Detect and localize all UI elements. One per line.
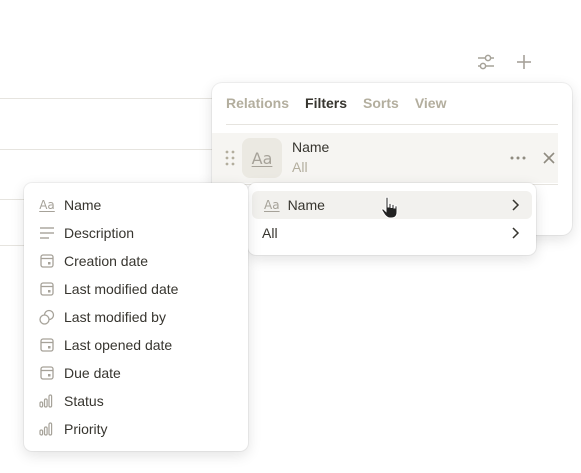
filter-property-name: Name: [292, 139, 330, 155]
add-button[interactable]: [512, 50, 536, 74]
property-item-last-opened-date[interactable]: Last opened date: [28, 331, 244, 359]
property-item-label: Priority: [64, 421, 108, 437]
person-icon: [39, 309, 55, 325]
property-item-label: Last modified date: [64, 281, 179, 297]
tab-filters[interactable]: Filters: [305, 95, 347, 111]
submenu-item-label: Name: [287, 197, 325, 213]
table-row-divider: [0, 199, 24, 200]
property-item-label: Due date: [64, 365, 121, 381]
text-type-icon: Aa: [264, 198, 280, 212]
property-item-label: Status: [64, 393, 104, 409]
property-item-last-modified-date[interactable]: Last modified date: [28, 275, 244, 303]
property-item-label: Last opened date: [64, 337, 173, 353]
ellipsis-icon: [510, 156, 526, 160]
hand-cursor-icon: [381, 196, 398, 219]
tab-sorts[interactable]: Sorts: [363, 95, 399, 111]
calendar-icon: [40, 254, 54, 268]
text-type-icon: Aa: [39, 198, 55, 212]
chevron-right-icon: [512, 199, 520, 211]
property-type-chip[interactable]: Aa: [242, 138, 282, 178]
status-bars-icon: [39, 422, 53, 436]
text-type-icon: Aa: [251, 148, 273, 168]
property-item-status[interactable]: Status: [28, 387, 244, 415]
close-icon: [543, 152, 555, 164]
tab-view[interactable]: View: [415, 95, 447, 111]
remove-filter-button[interactable]: [540, 149, 558, 167]
submenu-item-all[interactable]: All: [252, 219, 532, 247]
chevron-right-icon: [512, 227, 520, 239]
drag-handle-icon[interactable]: [224, 149, 236, 167]
sliders-icon: [478, 54, 494, 70]
panel-tabs: Relations Filters Sorts View: [226, 95, 446, 111]
property-item-description[interactable]: Description: [28, 219, 244, 247]
submenu-item-label: All: [262, 225, 278, 241]
filter-value: All: [292, 159, 308, 175]
property-item-due-date[interactable]: Due date: [28, 359, 244, 387]
table-row-divider: [0, 98, 212, 99]
calendar-icon: [40, 338, 54, 352]
more-options-button[interactable]: [508, 149, 528, 167]
property-item-last-modified-by[interactable]: Last modified by: [28, 303, 244, 331]
property-item-creation-date[interactable]: Creation date: [28, 247, 244, 275]
property-item-label: Creation date: [64, 253, 149, 269]
property-item-label: Description: [64, 225, 135, 241]
filter-rule-row[interactable]: Aa Name All: [212, 133, 558, 183]
lines-icon: [40, 227, 54, 239]
property-item-label: Last modified by: [64, 309, 166, 325]
tabs-divider: [226, 124, 558, 125]
calendar-icon: [40, 282, 54, 296]
plus-icon: [517, 55, 531, 69]
table-row-divider: [0, 149, 212, 150]
property-item-label: Name: [64, 197, 102, 213]
filter-settings-button[interactable]: [474, 50, 498, 74]
status-bars-icon: [39, 394, 53, 408]
property-list-menu: Aa Name Description Creation date Last m…: [24, 183, 248, 451]
property-item-priority[interactable]: Priority: [28, 415, 244, 443]
table-row-divider: [0, 245, 24, 246]
tab-relations[interactable]: Relations: [226, 95, 289, 111]
calendar-icon: [40, 366, 54, 380]
property-item-name[interactable]: Aa Name: [28, 191, 244, 219]
